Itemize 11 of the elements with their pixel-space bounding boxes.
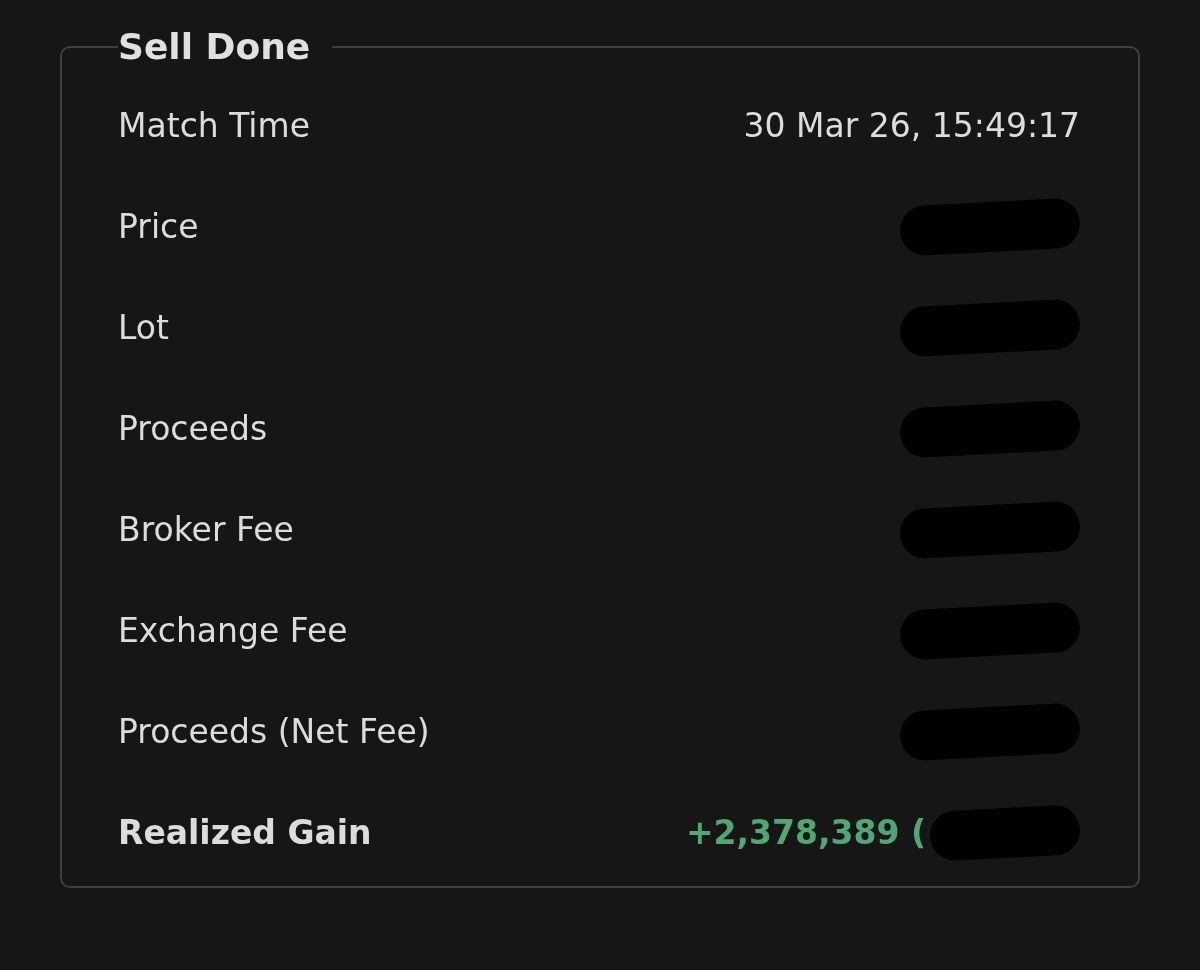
- panel-title: Sell Done: [118, 26, 312, 67]
- row-label: Exchange Fee: [118, 611, 348, 650]
- row-value: 30 Mar 26, 15:49:17: [743, 106, 1080, 145]
- row-label: Lot: [118, 308, 169, 347]
- gain-value: +2,378,389 (: [685, 813, 926, 852]
- row-label: Match Time: [118, 106, 310, 145]
- row-label: Price: [118, 207, 199, 246]
- row-label: Broker Fee: [118, 510, 294, 549]
- row-label: Proceeds: [118, 409, 268, 448]
- row-label: Proceeds (Net Fee): [118, 712, 430, 751]
- row-label: Realized Gain: [118, 813, 372, 852]
